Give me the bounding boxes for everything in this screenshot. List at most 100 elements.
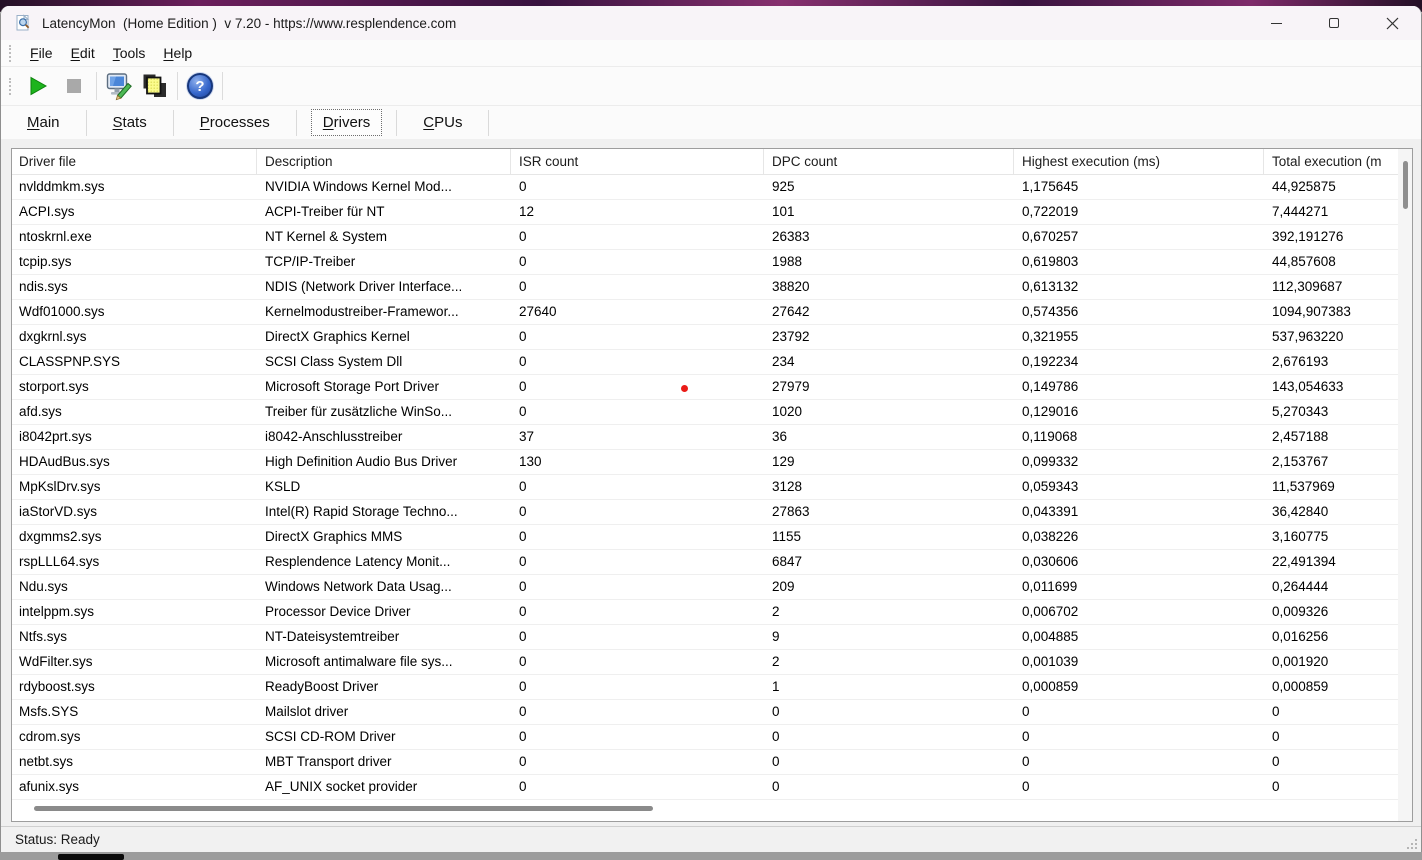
table-cell: Resplendence Latency Monit... (265, 554, 451, 569)
table-cell: 0,129016 (1022, 404, 1079, 419)
table-cell: 0,574356 (1022, 304, 1079, 319)
table-cell: netbt.sys (19, 754, 74, 769)
title-bar: LatencyMon (Home Edition ) v 7.20 - http… (1, 6, 1421, 40)
table-cell: DirectX Graphics MMS (265, 529, 403, 544)
menu-items: File Edit Tools Help (21, 42, 201, 64)
horizontal-scrollbar-thumb[interactable] (34, 806, 653, 811)
table-cell: 0 (519, 779, 527, 794)
table-row[interactable]: iaStorVD.sys Intel(R) Rapid Storage Techn… (12, 500, 1398, 525)
table-row[interactable]: cdrom.sys SCSI CD-ROM Driver 0 0 0 0 (12, 725, 1398, 750)
table-cell: Microsoft antimalware file sys... (265, 654, 453, 669)
table-cell: 22,491394 (1272, 554, 1336, 569)
table-cell: dxgkrnl.sys (19, 329, 87, 344)
resize-grip-icon[interactable] (1405, 837, 1417, 849)
table-row[interactable]: afd.sys Treiber für zusätzliche WinSo... 0… (12, 400, 1398, 425)
table-cell: 37 (519, 429, 535, 444)
screen: LatencyMon (Home Edition ) v 7.20 - http… (0, 0, 1422, 860)
table-header: Driver file Description ISR count DPC count… (12, 149, 1398, 175)
table-cell: 0 (519, 754, 527, 769)
table-cell: 0,004885 (1022, 629, 1079, 644)
column-header-3[interactable]: DPC count (764, 149, 1014, 174)
vertical-scrollbar[interactable] (1398, 149, 1412, 821)
table-cell: 0,006702 (1022, 604, 1079, 619)
table-cell: 112,309687 (1272, 279, 1343, 294)
table-cell: 2,457188 (1272, 429, 1329, 444)
column-header-0[interactable]: Driver file (12, 149, 257, 174)
close-icon (1386, 17, 1398, 29)
table-cell: Mailslot driver (265, 704, 349, 719)
table-cell: dxgmms2.sys (19, 529, 102, 544)
maximize-button[interactable] (1305, 6, 1363, 40)
table-row[interactable]: ntoskrnl.exe NT Kernel & System 0 26383 0,67… (12, 225, 1398, 250)
table-cell: 0 (519, 379, 527, 394)
table-row[interactable]: Ndu.sys Windows Network Data Usag... 0 209 0… (12, 575, 1398, 600)
table-row[interactable]: i8042prt.sys i8042-Anschlusstreiber 37 36 0,… (12, 425, 1398, 450)
trace-analysis-button[interactable] (101, 70, 137, 102)
table-cell: 0 (519, 504, 527, 519)
table-row[interactable]: WdFilter.sys Microsoft antimalware file s… (12, 650, 1398, 675)
menu-item-edit[interactable]: Edit (62, 42, 104, 64)
table-cell: storport.sys (19, 379, 89, 394)
tab-separator (295, 109, 297, 136)
table-row[interactable]: ACPI.sys ACPI-Treiber für NT 12 101 0,722019… (12, 200, 1398, 225)
table-cell: 0 (772, 779, 780, 794)
table-row[interactable]: rdyboost.sys ReadyBoost Driver 0 1 0,000859 0… (12, 675, 1398, 700)
table-cell: 36 (772, 429, 788, 444)
menu-item-file[interactable]: File (21, 42, 62, 64)
table-row[interactable]: tcpip.sys TCP/IP-Treiber 0 1988 0,619803 44,8… (12, 250, 1398, 275)
toolbar-grip[interactable] (9, 77, 12, 95)
table-row[interactable]: ndis.sys NDIS (Network Driver Interface..… (12, 275, 1398, 300)
table-cell: 2 (772, 604, 780, 619)
table-cell: 0,119068 (1022, 429, 1078, 444)
table-row[interactable]: Msfs.SYS Mailslot driver 0 0 0 0 (12, 700, 1398, 725)
column-header-2[interactable]: ISR count (511, 149, 764, 174)
table-cell: 0,000859 (1272, 679, 1329, 694)
table-row[interactable]: intelppm.sys Processor Device Driver 0 2 0,0… (12, 600, 1398, 625)
menu-item-help[interactable]: Help (154, 42, 201, 64)
table-cell: 0 (772, 704, 780, 719)
table-row[interactable]: dxgmms2.sys DirectX Graphics MMS 0 1155 0,03… (12, 525, 1398, 550)
copy-report-button[interactable] (137, 70, 173, 102)
bottom-edge (0, 852, 1422, 860)
table-row[interactable]: MpKslDrv.sys KSLD 0 3128 0,059343 11,537969 (12, 475, 1398, 500)
table-cell: 0 (519, 604, 527, 619)
table-row[interactable]: rspLLL64.sys Resplendence Latency Monit..… (12, 550, 1398, 575)
help-button[interactable]: ? (182, 70, 218, 102)
latencymon-window: LatencyMon (Home Edition ) v 7.20 - http… (0, 6, 1422, 852)
start-monitor-button[interactable] (20, 70, 56, 102)
table-cell: 537,963220 (1272, 329, 1344, 344)
table-cell: 36,42840 (1272, 504, 1329, 519)
table-row[interactable]: storport.sys Microsoft Storage Port Drive… (12, 375, 1398, 400)
table-row[interactable]: Wdf01000.sys Kernelmodustreiber-Framewor.… (12, 300, 1398, 325)
column-header-5[interactable]: Total execution (m (1264, 149, 1398, 174)
close-button[interactable] (1363, 6, 1421, 40)
tab-cpus[interactable]: CPUs (397, 107, 488, 139)
table-row[interactable]: CLASSPNP.SYS SCSI Class System Dll 0 234 0,1… (12, 350, 1398, 375)
table-cell: Msfs.SYS (19, 704, 79, 719)
table-cell: cdrom.sys (19, 729, 81, 744)
tab-separator (488, 109, 490, 136)
menubar-grip[interactable] (9, 44, 12, 62)
table-cell: Treiber für zusätzliche WinSo... (265, 404, 453, 419)
app-icon (16, 14, 30, 31)
tab-stats[interactable]: Stats (87, 107, 173, 139)
tab-drivers[interactable]: Drivers (310, 109, 383, 136)
column-header-1[interactable]: Description (257, 149, 511, 174)
table-row[interactable]: nvlddmkm.sys NVIDIA Windows Kernel Mod...… (12, 175, 1398, 200)
column-header-4[interactable]: Highest execution (ms) (1014, 149, 1264, 174)
menu-item-tools[interactable]: Tools (104, 42, 155, 64)
vertical-scrollbar-thumb[interactable] (1403, 161, 1408, 209)
table-row[interactable]: netbt.sys MBT Transport driver 0 0 0 0 (12, 750, 1398, 775)
stop-monitor-button[interactable] (56, 70, 92, 102)
table-cell: 0,613132 (1022, 279, 1079, 294)
tab-main[interactable]: Main (1, 107, 86, 139)
table-cell: 0 (519, 529, 527, 544)
table-cell: 143,054633 (1272, 379, 1344, 394)
table-row[interactable]: Ntfs.sys NT-Dateisystemtreiber 0 9 0,004885 0… (12, 625, 1398, 650)
table-row[interactable]: dxgkrnl.sys DirectX Graphics Kernel 0 23792… (12, 325, 1398, 350)
table-row[interactable]: afunix.sys AF_UNIX socket provider 0 0 0 0 (12, 775, 1398, 800)
table-cell: ntoskrnl.exe (19, 229, 92, 244)
minimize-button[interactable] (1247, 6, 1305, 40)
table-row[interactable]: HDAudBus.sys High Definition Audio Bus Dr… (12, 450, 1398, 475)
tab-processes[interactable]: Processes (174, 107, 296, 139)
